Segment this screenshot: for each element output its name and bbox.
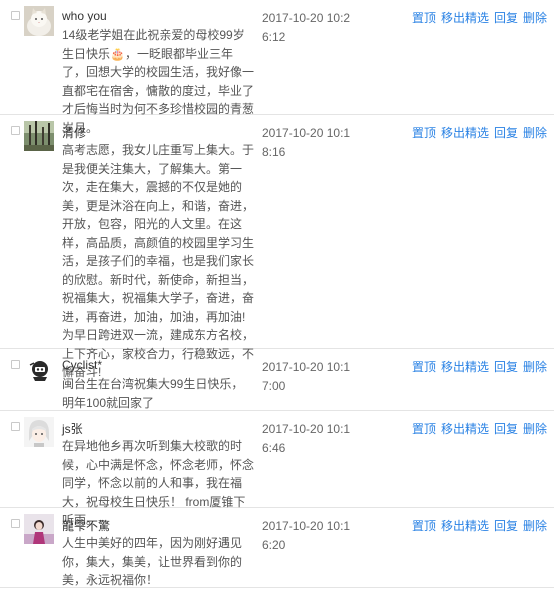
comment-author[interactable]: who you [62,9,107,23]
remove-featured-button[interactable]: 移出精选 [441,360,489,374]
delete-button[interactable]: 删除 [523,360,547,374]
comment-time: 2017-10-20 10:26:12 [262,11,351,44]
comment-text: 高考志愿，我女儿庄重写上集大。于是我便关注集大，了解集大。第一次，走在集大，震撼… [62,143,255,379]
reply-button[interactable]: 回复 [494,422,518,436]
delete-button[interactable]: 删除 [523,519,547,533]
cyclist-avatar-icon [24,355,54,385]
comment-text: 闽台生在台湾祝集大99生日快乐，明年100就回家了 [62,377,244,410]
comment-actions: 置顶 移出精选 回复 删除 [412,420,552,438]
comment-author[interactable]: 龍雫不驚 [62,517,110,534]
forest-avatar-icon [24,121,54,151]
comment-actions: 置顶 移出精选 回复 删除 [412,9,552,27]
pin-button[interactable]: 置顶 [412,11,436,25]
reply-button[interactable]: 回复 [494,126,518,140]
select-checkbox[interactable] [11,519,20,528]
anime-avatar-icon [24,417,54,447]
comment-row: js张 在异地他乡再次听到集大校歌的时候，心中满是怀念，怀念老师，怀念同学，怀念… [0,411,554,527]
comment-row: who you 14级老学姐在此祝亲爱的母校99岁生日快乐🎂，一眨眼都毕业三年了… [0,0,554,135]
comment-actions: 置顶 移出精选 回复 删除 [412,358,552,376]
comment-time: 2017-10-20 10:16:20 [262,519,351,552]
remove-featured-button[interactable]: 移出精选 [441,422,489,436]
comment-row: 龍雫不驚 人生中美好的四年，因为刚好遇见你，集大，集美，让世界看到你的美，永远祝… [0,508,554,588]
comment-time: 2017-10-20 10:16:46 [262,422,351,455]
comment-author[interactable]: Cyclist* [62,358,102,372]
remove-featured-button[interactable]: 移出精选 [441,126,489,140]
select-checkbox[interactable] [11,126,20,135]
comment-text: 人生中美好的四年，因为刚好遇见你，集大，集美，让世界看到你的美，永远祝福你！ [62,536,243,587]
pin-button[interactable]: 置顶 [412,422,436,436]
comment-list: who you 14级老学姐在此祝亲爱的母校99岁生日快乐🎂，一眨眼都毕业三年了… [0,0,554,588]
reply-button[interactable]: 回复 [494,519,518,533]
delete-button[interactable]: 删除 [523,422,547,436]
comment-time: 2017-10-20 10:17:00 [262,360,351,393]
select-checkbox[interactable] [11,422,20,431]
remove-featured-button[interactable]: 移出精选 [441,519,489,533]
remove-featured-button[interactable]: 移出精选 [441,11,489,25]
comment-actions: 置顶 移出精选 回复 删除 [412,517,552,535]
comment-row: Cyclist* 闽台生在台湾祝集大99生日快乐，明年100就回家了 2017-… [0,349,554,411]
reply-button[interactable]: 回复 [494,360,518,374]
comment-author[interactable]: js张 [62,420,83,437]
delete-button[interactable]: 删除 [523,126,547,140]
comment-time: 2017-10-20 10:18:16 [262,126,351,159]
cat-avatar-icon [24,6,54,36]
select-checkbox[interactable] [11,360,20,369]
delete-button[interactable]: 删除 [523,11,547,25]
comment-author[interactable]: 清修 [62,124,86,141]
pin-button[interactable]: 置顶 [412,519,436,533]
pin-button[interactable]: 置顶 [412,126,436,140]
comment-actions: 置顶 移出精选 回复 删除 [412,124,552,142]
select-checkbox[interactable] [11,11,20,20]
comment-row: 清修 高考志愿，我女儿庄重写上集大。于是我便关注集大，了解集大。第一次，走在集大… [0,115,554,379]
reply-button[interactable]: 回复 [494,11,518,25]
pin-button[interactable]: 置顶 [412,360,436,374]
girl-avatar-icon [24,514,54,544]
